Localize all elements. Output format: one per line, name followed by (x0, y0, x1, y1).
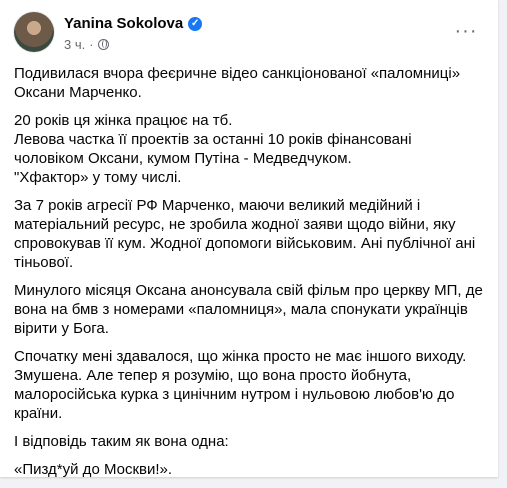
author-avatar[interactable] (14, 12, 54, 52)
text-line: І відповідь таким як вона одна: (14, 433, 229, 450)
text-line: Минулого місяця Оксана анонсувала свій ф… (14, 282, 483, 299)
text-line: Спочатку мені здавалося, що жінка просто… (14, 348, 467, 365)
text-line: матеріальний ресурс, не зробила жодної з… (14, 216, 456, 233)
text-line: вірити у Бога. (14, 320, 109, 337)
post-header: Yanina Sokolova ✓ 3 ч. · ··· (14, 12, 484, 56)
paragraph: 20 років ця жінка працює на тб. Левова ч… (14, 111, 484, 187)
post-card: Yanina Sokolova ✓ 3 ч. · ··· Подивилася … (0, 0, 498, 478)
author-name[interactable]: Yanina Sokolova (64, 15, 183, 32)
text-line: За 7 років агресії РФ Марченко, маючи ве… (14, 197, 421, 214)
text-line: 20 років ця жінка працює на тб. (14, 112, 233, 129)
globe-icon[interactable] (97, 39, 109, 50)
paragraph: Минулого місяця Оксана анонсувала свій ф… (14, 281, 484, 338)
text-line: Змушена. Але тепер я розумію, що вона пр… (14, 367, 412, 384)
post-body: Подивилася вчора феєричне відео санкціон… (14, 64, 484, 488)
text-line: Подивилася вчора феєричне відео санкціон… (14, 65, 461, 82)
paragraph: «Пизд*уй до Москви!». (14, 460, 484, 479)
verified-badge-icon: ✓ (188, 16, 203, 31)
text-line: тіньової. (14, 254, 74, 271)
paragraph: За 7 років агресії РФ Марченко, маючи ве… (14, 196, 484, 272)
meta-separator: · (89, 37, 94, 52)
text-line: «Пизд*уй до Москви!». (14, 461, 173, 478)
author-name-row: Yanina Sokolova ✓ (64, 15, 203, 32)
text-line: вона на бмв з номерами «паломниця», мала… (14, 301, 468, 318)
paragraph: Спочатку мені здавалося, що жінка просто… (14, 347, 484, 423)
text-line: чоловіком Оксани, кумом Путіна - Медведч… (14, 150, 352, 167)
text-line: малоросійська курка з цинічним нутром і … (14, 386, 455, 403)
text-line: спровокував її кум. Жодної допомоги війс… (14, 235, 476, 252)
post-time[interactable]: 3 ч. (64, 37, 85, 52)
text-line: Оксани Марченко. (14, 84, 142, 101)
text-line: Левова частка її проектів за останні 10 … (14, 131, 412, 148)
paragraph: І відповідь таким як вона одна: (14, 432, 484, 451)
text-line: "Хфактор» у тому числі. (14, 169, 182, 186)
text-line: країни. (14, 405, 63, 422)
more-options-button[interactable]: ··· (448, 16, 484, 52)
post-meta: 3 ч. · (64, 37, 109, 52)
paragraph: Подивилася вчора феєричне відео санкціон… (14, 64, 484, 102)
